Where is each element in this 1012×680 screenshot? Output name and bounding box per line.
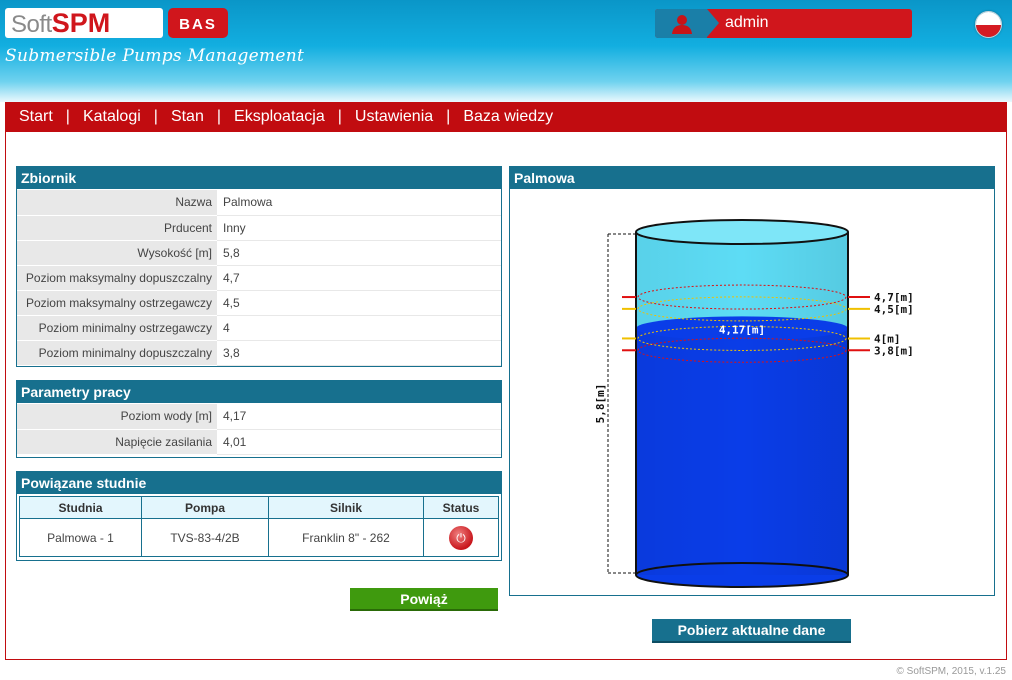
footer-copyright: © SoftSPM, 2015, v.1.25 bbox=[896, 666, 1006, 677]
field-value: 5,8 bbox=[217, 240, 501, 266]
tank-shading bbox=[636, 232, 848, 575]
height-label: 5,8[m] bbox=[594, 384, 607, 424]
table-row: Poziom minimalny dopuszczalny 3,8 bbox=[17, 340, 501, 366]
pump-model: TVS-83-4/2B bbox=[141, 518, 269, 557]
field-value: 4 bbox=[217, 315, 501, 341]
pl-flag-icon[interactable] bbox=[975, 11, 1002, 38]
nav-separator: | bbox=[446, 108, 451, 125]
table-row: Wysokość [m] 5,8 bbox=[17, 240, 501, 266]
table-header-row: Studnia Pompa Silnik Status bbox=[19, 496, 499, 519]
user-avatar bbox=[655, 9, 719, 38]
main-nav: Start | Katalogi | Stan | Eksploatacja |… bbox=[5, 102, 1007, 132]
field-label: Wysokość [m] bbox=[17, 240, 217, 266]
field-label: Poziom minimalny dopuszczalny bbox=[17, 340, 217, 366]
power-icon[interactable]: ⏻ bbox=[449, 525, 473, 550]
nav-ustawienia[interactable]: Ustawienia bbox=[355, 108, 433, 126]
well-name: Palmowa - 1 bbox=[19, 518, 142, 557]
reservoir-table: Nazwa Palmowa Prducent Inny Wysokość [m] 5,… bbox=[17, 190, 501, 366]
app-header: SoftSPM BAS Submersible Pumps Management… bbox=[0, 0, 1012, 102]
table-row: Napięcie zasilania 4,01 bbox=[17, 429, 501, 455]
field-label: Poziom minimalny ostrzegawczy bbox=[17, 315, 217, 341]
tank-visualization: 4,7[m]4,5[m]4[m]3,8[m]4,17[m]5,8[m] bbox=[594, 219, 914, 588]
params-panel: Parametry pracy Poziom wody [m] 4,17 Napi… bbox=[16, 380, 502, 458]
tank-panel: Palmowa 4,7[m] 4,5[m] 4[m] 3,8[m] 4,17[m] 5,8… bbox=[509, 166, 995, 596]
wells-title: Powiązane studnie bbox=[17, 472, 501, 494]
tank-title: Palmowa bbox=[510, 167, 994, 189]
logo-bas: BAS bbox=[168, 8, 228, 38]
tank-top bbox=[635, 219, 849, 245]
table-row: Poziom wody [m] 4,17 bbox=[17, 404, 501, 430]
field-label: Napięcie zasilania bbox=[17, 429, 217, 455]
field-label: Poziom maksymalny ostrzegawczy bbox=[17, 290, 217, 316]
nav-stan[interactable]: Stan bbox=[171, 108, 204, 126]
level-label: 3,8[m] bbox=[874, 344, 914, 357]
nav-katalogi[interactable]: Katalogi bbox=[83, 108, 141, 126]
user-menu[interactable]: admin bbox=[655, 9, 912, 38]
table-row: Poziom minimalny ostrzegawczy 4 bbox=[17, 315, 501, 341]
logo[interactable]: SoftSPM BAS bbox=[5, 8, 228, 38]
wells-panel: Powiązane studnie Studnia Pompa Silnik S… bbox=[16, 471, 502, 561]
table-row: Nazwa Palmowa bbox=[17, 190, 501, 216]
reservoir-title: Zbiornik bbox=[17, 167, 501, 189]
fetch-data-button[interactable]: Pobierz aktualne dane bbox=[652, 619, 851, 643]
field-value: 3,8 bbox=[217, 340, 501, 366]
logo-softspm: SoftSPM bbox=[5, 8, 163, 38]
column-header: Status bbox=[423, 496, 499, 519]
nav-start[interactable]: Start bbox=[19, 108, 53, 126]
nav-separator: | bbox=[337, 108, 342, 125]
wells-table: Studnia Pompa Silnik Status Palmowa - 1 … bbox=[19, 496, 499, 557]
field-value: 4,17 bbox=[217, 404, 501, 430]
table-row: Poziom maksymalny ostrzegawczy 4,5 bbox=[17, 290, 501, 316]
nav-separator: | bbox=[153, 108, 158, 125]
params-table: Poziom wody [m] 4,17 Napięcie zasilania 4,… bbox=[17, 404, 501, 455]
column-header: Silnik bbox=[268, 496, 424, 519]
field-label: Prducent bbox=[17, 215, 217, 241]
field-label: Nazwa bbox=[17, 190, 217, 216]
link-button[interactable]: Powiąż bbox=[350, 588, 498, 611]
field-value: 4,01 bbox=[217, 429, 501, 455]
current-level-label: 4,17[m] bbox=[719, 323, 765, 336]
level-label: 4,5[m] bbox=[874, 303, 914, 316]
username: admin bbox=[725, 14, 769, 31]
table-row: Poziom maksymalny dopuszczalny 4,7 bbox=[17, 265, 501, 291]
nav-eksploatacja[interactable]: Eksploatacja bbox=[234, 108, 325, 126]
field-value: Inny bbox=[217, 215, 501, 241]
column-header: Studnia bbox=[19, 496, 142, 519]
nav-separator: | bbox=[216, 108, 222, 125]
motor-model: Franklin 8" - 262 bbox=[268, 518, 424, 557]
user-icon bbox=[672, 15, 692, 34]
field-label: Poziom maksymalny dopuszczalny bbox=[17, 265, 217, 291]
field-value: 4,5 bbox=[217, 290, 501, 316]
field-value: 4,7 bbox=[217, 265, 501, 291]
status-cell: ⏻ bbox=[423, 518, 499, 557]
reservoir-panel: Zbiornik Nazwa Palmowa Prducent Inny Wysok… bbox=[16, 166, 502, 367]
nav-separator: | bbox=[65, 108, 70, 125]
field-value: Palmowa bbox=[217, 190, 501, 216]
params-title: Parametry pracy bbox=[17, 381, 501, 403]
column-header: Pompa bbox=[141, 496, 269, 519]
table-row: Prducent Inny bbox=[17, 215, 501, 241]
field-label: Poziom wody [m] bbox=[17, 404, 217, 430]
nav-baza-wiedzy[interactable]: Baza wiedzy bbox=[463, 108, 553, 126]
table-row[interactable]: Palmowa - 1 TVS-83-4/2B Franklin 8" - 26… bbox=[19, 518, 499, 557]
logo-subtitle: Submersible Pumps Management bbox=[5, 46, 305, 66]
